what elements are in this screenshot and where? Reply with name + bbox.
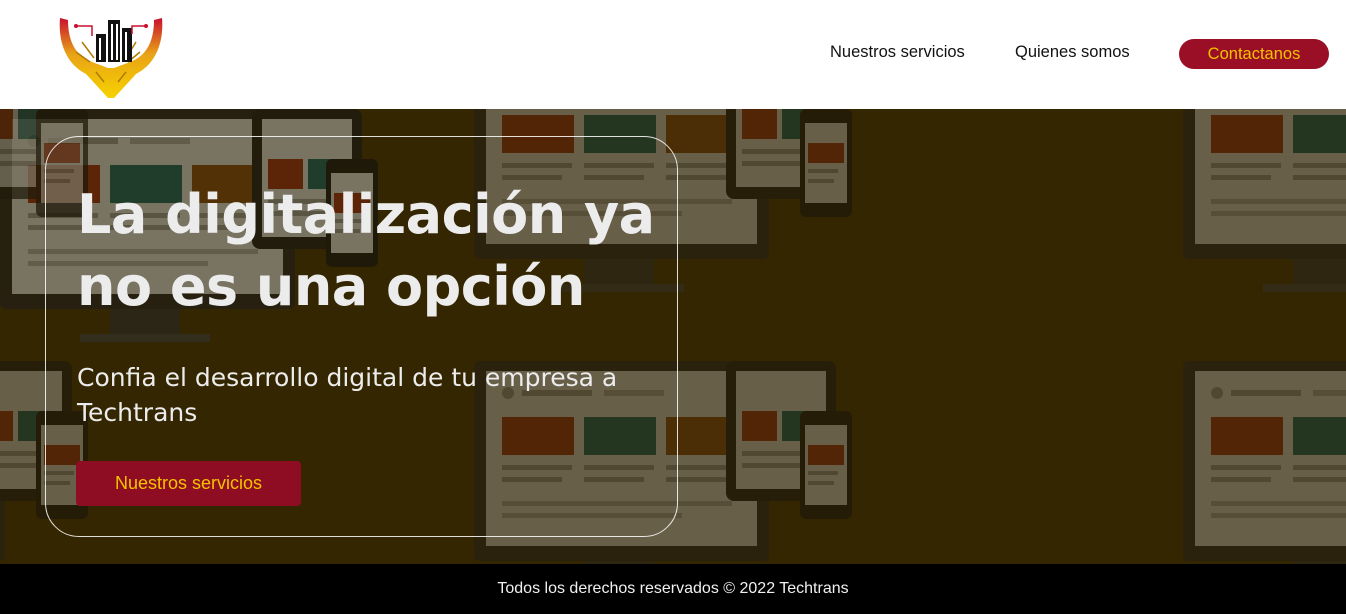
techtrans-logo[interactable] xyxy=(56,12,166,100)
hero-section: La digitalización ya no es una opción Co… xyxy=(0,109,1346,564)
hero-title: La digitalización ya no es una opción xyxy=(77,183,655,318)
site-footer: Todos los derechos reservados © 2022 Tec… xyxy=(0,564,1346,614)
nav-link-about[interactable]: Quienes somos xyxy=(1015,43,1130,62)
nav-link-services[interactable]: Nuestros servicios xyxy=(830,43,965,62)
copyright-text: Todos los derechos reservados © 2022 Tec… xyxy=(497,580,849,597)
site-header: Nuestros servicios Quienes somos Contact… xyxy=(0,0,1346,109)
hero-subtitle: Confia el desarrollo digital de tu empre… xyxy=(77,363,618,427)
services-button[interactable]: Nuestros servicios xyxy=(76,461,301,506)
contact-button[interactable]: Contactanos xyxy=(1179,39,1329,69)
